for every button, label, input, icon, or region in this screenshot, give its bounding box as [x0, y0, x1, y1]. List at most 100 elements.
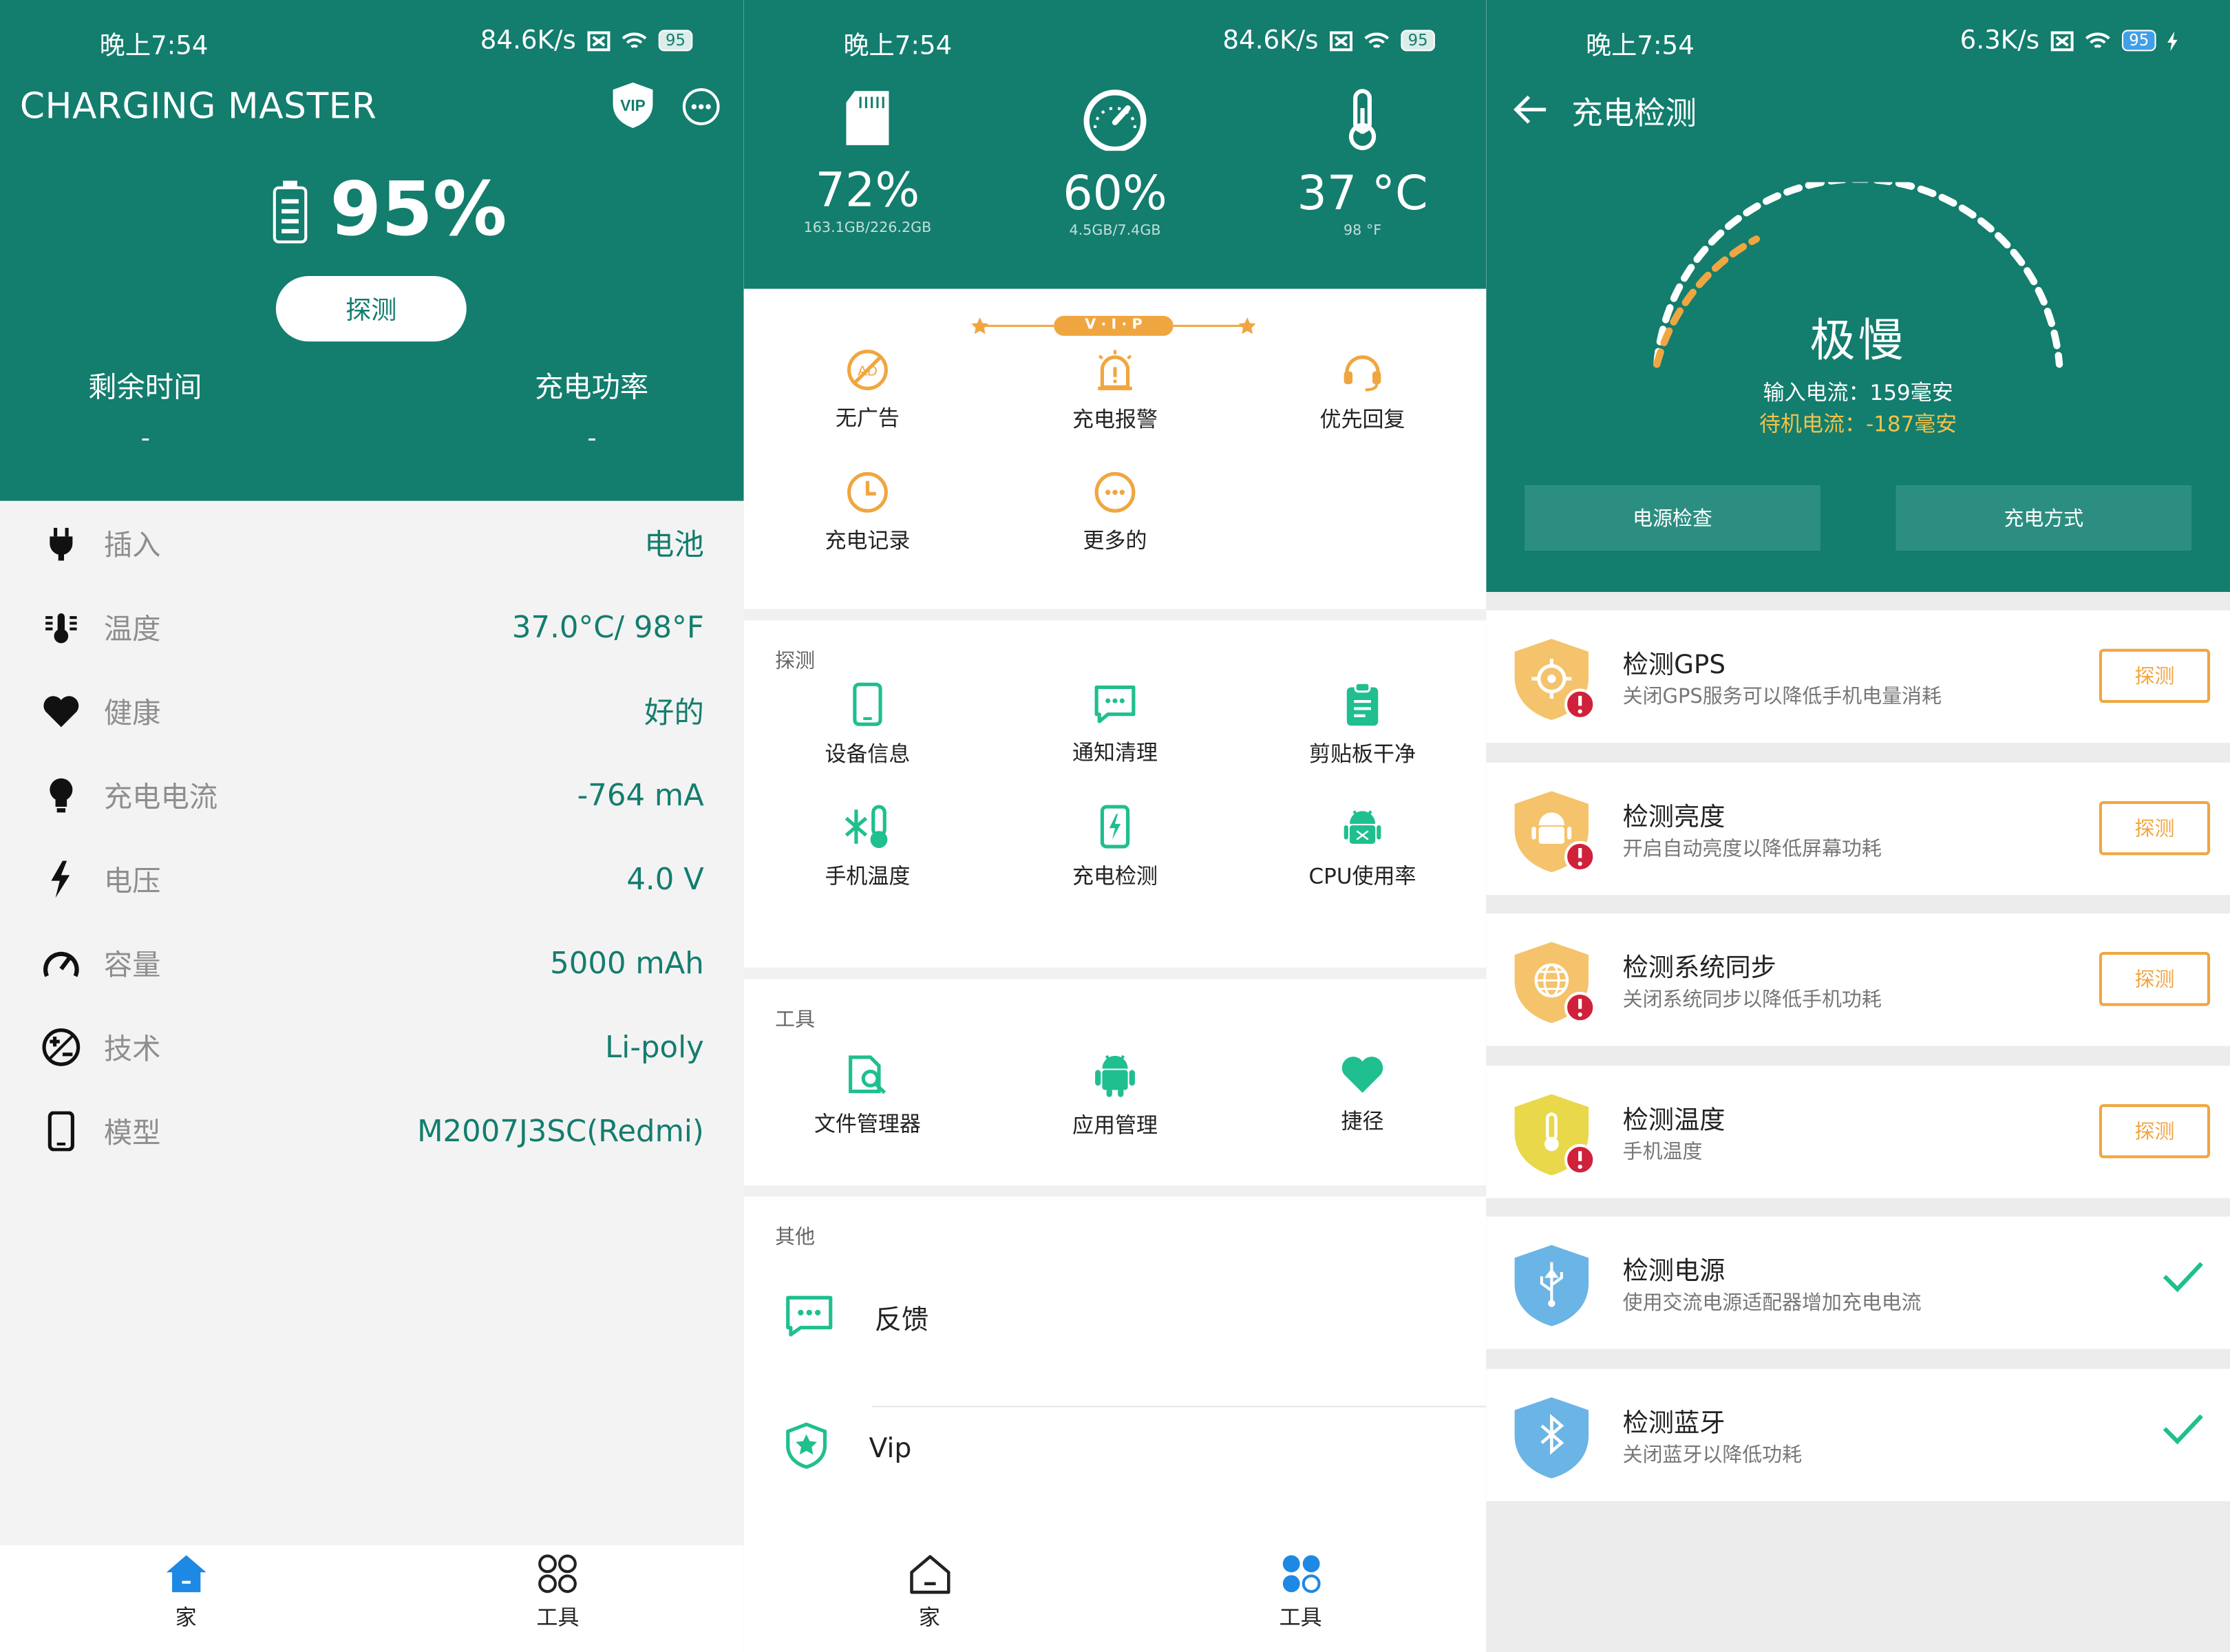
android-icon	[1344, 809, 1381, 843]
detect-gps-button[interactable]: 探测	[2099, 648, 2211, 703]
status-time: 晚上7:54	[843, 31, 953, 61]
status-time: 晚上7:54	[1585, 31, 1695, 61]
no-ad-icon: AD	[847, 348, 888, 390]
temperature-metric: 37 °C 98 °F	[1239, 88, 1487, 239]
plug-icon	[41, 523, 81, 563]
heart-icon	[1341, 1056, 1383, 1092]
bolt-icon	[41, 859, 81, 899]
file-search-icon	[849, 1055, 886, 1094]
tool-charge-detect[interactable]: 充电检测	[991, 785, 1239, 908]
check-header: 晚上7:54 6.3K/s 95 充电检测 极慢 输入电流：159毫安 待机电流…	[1486, 0, 2230, 592]
vip-more[interactable]: 更多的	[991, 451, 1239, 573]
brightness-shield-icon	[1514, 791, 1596, 873]
chat-icon	[1094, 684, 1136, 723]
check-row-bluetooth: 检测蓝牙 关闭蓝牙以降低功耗	[1486, 1368, 2230, 1501]
check-row-temperature: 检测温度 手机温度 探测	[1486, 1066, 2230, 1198]
nav-tools[interactable]: 工具	[1115, 1545, 1486, 1652]
svg-text:AD: AD	[858, 363, 878, 379]
status-bar: 晚上7:54 84.6K/s 95	[744, 0, 1487, 80]
detect-brightness-button[interactable]: 探测	[2099, 801, 2211, 856]
star-shield-icon	[786, 1421, 827, 1468]
info-row-capacity: 容量 5000 mAh	[0, 920, 744, 1004]
phone-icon	[853, 681, 882, 726]
detect-temperature-button[interactable]: 探测	[2099, 1104, 2211, 1158]
nav-home[interactable]: 家	[744, 1545, 1115, 1652]
info-row-temperature: 温度 37.0°C/ 98°F	[0, 585, 744, 669]
detect-card: 探测 设备信息 通知清理 剪贴板干净 手机温度 充电检测 CPU使用率	[743, 620, 1487, 968]
vip-charge-alarm[interactable]: 充电报警	[991, 329, 1239, 452]
tool-clipboard-clean[interactable]: 剪贴板干净	[1239, 663, 1487, 785]
storage-metric: 72% 163.1GB/226.2GB	[744, 88, 992, 236]
power-check-button[interactable]: 电源检查	[1525, 485, 1820, 551]
battery-info-list: 插入 电池 温度 37.0°C/ 98°F 健康 好的 充电电流 -764 mA…	[0, 501, 744, 1173]
check-row-gps: 检测GPS 关闭GPS服务可以降低手机电量消耗 探测	[1486, 610, 2230, 743]
vip-charge-history[interactable]: 充电记录	[744, 451, 992, 573]
detect-button[interactable]: 探测	[275, 276, 467, 342]
charge-icon	[1100, 804, 1130, 848]
phone-icon	[41, 1110, 81, 1151]
other-vip[interactable]: Vip	[744, 1383, 1487, 1512]
more-icon	[1094, 471, 1136, 512]
vip-no-ad[interactable]: AD 无广告	[744, 329, 992, 452]
check-row-brightness: 检测亮度 开启自动亮度以降低屏幕功耗 探测	[1486, 763, 2230, 896]
home-icon	[909, 1555, 950, 1594]
info-row-health: 健康 好的	[0, 669, 744, 753]
android-icon	[1095, 1054, 1135, 1097]
check-mark-icon	[2163, 1262, 2203, 1293]
sim-icon	[1330, 30, 1353, 51]
tools-section-title: 工具	[775, 1008, 816, 1032]
other-feedback[interactable]: 反馈	[744, 1253, 1487, 1383]
sd-card-icon	[846, 91, 889, 145]
tool-cpu-usage[interactable]: CPU使用率	[1239, 785, 1487, 908]
snow-thermo-icon	[845, 804, 888, 848]
other-card: 其他 反馈 Vip	[743, 1196, 1487, 1545]
bulb-icon	[41, 775, 81, 815]
battery-level-icon	[273, 180, 308, 244]
status-time: 晚上7:54	[99, 31, 209, 61]
info-row-current: 充电电流 -764 mA	[0, 753, 744, 837]
thermometer-icon	[41, 607, 81, 647]
temperature-shield-icon	[1514, 1094, 1596, 1176]
network-speed: 84.6K/s	[1222, 25, 1319, 56]
tool-phone-temperature[interactable]: 手机温度	[744, 785, 992, 908]
bottom-nav: 家 工具	[743, 1545, 1487, 1652]
standby-current: 待机电流：-187毫安	[1759, 411, 1957, 437]
remaining-time-value: -	[140, 424, 150, 454]
sim-icon	[587, 30, 610, 51]
charge-power-label: 充电功率	[534, 370, 649, 405]
vip-card: V · I · P AD 无广告 充电报警 优先回复 充电记录 更多的	[743, 288, 1487, 609]
detect-sync-button[interactable]: 探测	[2099, 951, 2211, 1006]
nav-home[interactable]: 家	[0, 1545, 372, 1652]
tool-app-manager[interactable]: 应用管理	[991, 1033, 1239, 1156]
tools-screen: 晚上7:54 84.6K/s 95 72% 163.1GB/226.2GB 60…	[743, 0, 1487, 1652]
charging-bolt-icon	[2167, 30, 2178, 51]
clock-icon	[847, 471, 888, 512]
tool-notification-clean[interactable]: 通知清理	[991, 663, 1239, 785]
headset-icon	[1344, 354, 1381, 391]
other-section-title: 其他	[775, 1226, 816, 1249]
battery-indicator: 95	[2121, 30, 2156, 52]
battery-indicator: 95	[1401, 30, 1435, 52]
battery-indicator: 95	[658, 30, 693, 52]
nav-tools[interactable]: 工具	[372, 1545, 743, 1652]
info-row-voltage: 电压 4.0 V	[0, 837, 744, 921]
charge-speed: 极慢	[1809, 313, 1907, 368]
vip-shield-icon[interactable]: VIP	[608, 80, 657, 137]
sync-shield-icon	[1514, 942, 1596, 1024]
charge-mode-button[interactable]: 充电方式	[1895, 485, 2192, 551]
tools-header: 晚上7:54 84.6K/s 95 72% 163.1GB/226.2GB 60…	[743, 0, 1487, 289]
tool-file-manager[interactable]: 文件管理器	[744, 1033, 992, 1156]
check-row-sync: 检测系统同步 关闭系统同步以降低手机功耗 探测	[1486, 913, 2230, 1046]
sim-icon	[2050, 30, 2074, 51]
check-row-power: 检测电源 使用交流电源适配器增加充电电流	[1486, 1216, 2230, 1349]
vip-priority-reply[interactable]: 优先回复	[1239, 329, 1487, 452]
home-screen: 晚上7:54 84.6K/s 95 CHARGING MASTER VIP 95…	[0, 0, 744, 1652]
info-row-plugged: 插入 电池	[0, 501, 744, 585]
input-current: 输入电流：159毫安	[1763, 379, 1953, 406]
speedometer-icon	[1083, 89, 1147, 153]
tool-shortcut[interactable]: 捷径	[1239, 1033, 1487, 1156]
usb-shield-icon	[1514, 1245, 1589, 1326]
more-options-icon[interactable]	[680, 85, 723, 134]
back-arrow-icon[interactable]	[1512, 91, 1549, 128]
tool-device-info[interactable]: 设备信息	[744, 663, 992, 785]
